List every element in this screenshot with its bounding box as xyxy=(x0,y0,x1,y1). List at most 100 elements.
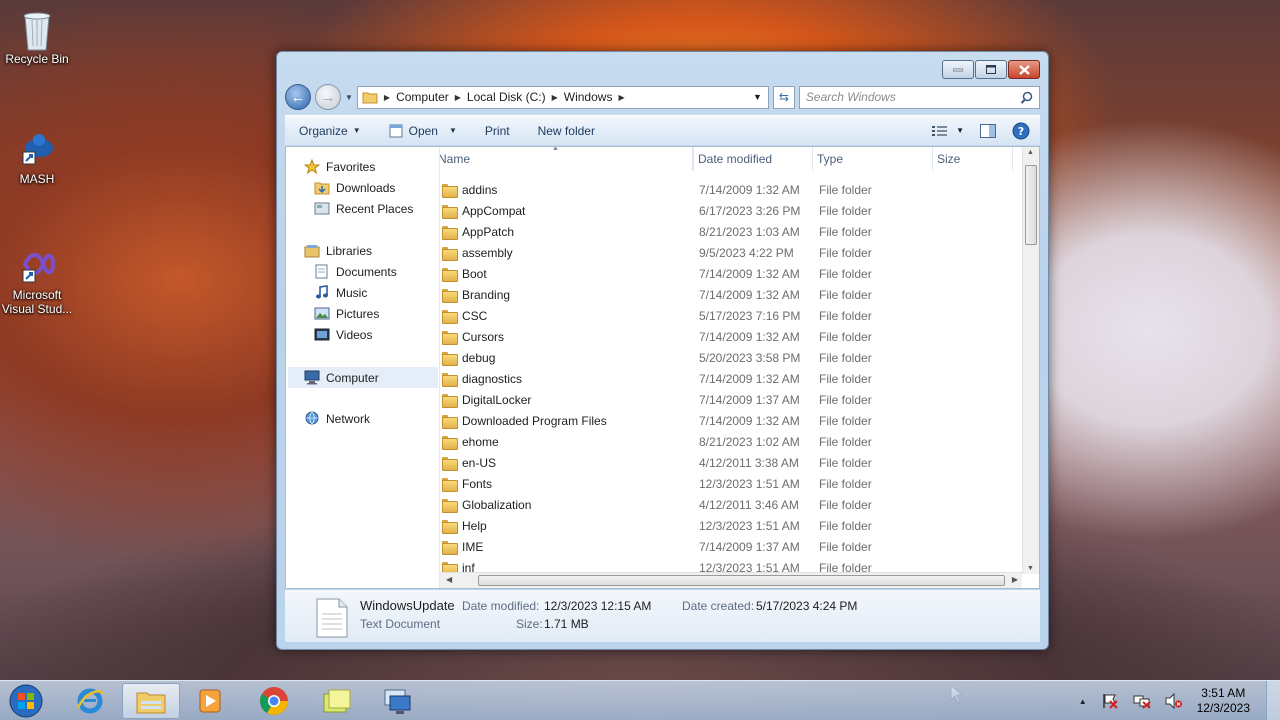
start-button[interactable] xyxy=(6,683,46,719)
taskbar-windows-explorer[interactable] xyxy=(122,683,180,719)
file-row[interactable]: Globalization 4/12/2011 3:46 AM File folde… xyxy=(440,494,1024,515)
column-header-size[interactable]: Size xyxy=(933,147,1013,171)
new-folder-button[interactable]: New folder xyxy=(524,124,609,138)
nav-downloads[interactable]: Downloads xyxy=(314,180,395,195)
horizontal-scroll-thumb[interactable] xyxy=(478,575,1005,586)
file-name: DigitalLocker xyxy=(462,392,532,407)
file-row[interactable]: diagnostics 7/14/2009 1:32 AM File folder xyxy=(440,368,1024,389)
print-button[interactable]: Print xyxy=(471,124,524,138)
file-row[interactable]: Cursors 7/14/2009 1:32 AM File folder xyxy=(440,326,1024,347)
recycle-bin-icon xyxy=(17,8,57,51)
file-row[interactable]: Boot 7/14/2009 1:32 AM File folder xyxy=(440,263,1024,284)
breadcrumb-local-disk[interactable]: Local Disk (C:) xyxy=(467,90,546,104)
nav-libraries[interactable]: Libraries xyxy=(304,243,372,258)
taskbar-remote-desktop[interactable] xyxy=(368,683,426,719)
volume-muted-icon[interactable] xyxy=(1165,693,1183,709)
desktop-icon-visual-studio[interactable]: Microsoft Visual Stud... xyxy=(0,244,74,316)
breadcrumb-computer[interactable]: Computer xyxy=(396,90,449,104)
details-view-icon xyxy=(932,125,948,136)
file-name: Branding xyxy=(462,287,511,302)
refresh-button[interactable]: ⇆ xyxy=(772,85,795,109)
vertical-scrollbar[interactable]: ▲ ▼ xyxy=(1022,147,1039,574)
scroll-down-icon[interactable]: ▼ xyxy=(1027,565,1034,572)
breadcrumb-separator-icon[interactable]: ▶ xyxy=(618,93,624,102)
nav-computer[interactable]: Computer xyxy=(288,367,438,388)
organize-label: Organize xyxy=(299,123,348,138)
nav-videos[interactable]: Videos xyxy=(314,327,372,342)
address-bar[interactable]: ▶ Computer ▶ Local Disk (C:) ▶ Windows ▶… xyxy=(356,85,769,109)
file-row[interactable]: Branding 7/14/2009 1:32 AM File folder xyxy=(440,284,1024,305)
breadcrumb-separator-icon[interactable]: ▶ xyxy=(455,93,461,102)
show-desktop-button[interactable] xyxy=(1266,681,1280,720)
nav-recent-places[interactable]: Recent Places xyxy=(314,201,413,216)
column-header-name[interactable]: Name ▲ xyxy=(440,147,693,171)
show-hidden-icons-icon[interactable]: ▲ xyxy=(1079,697,1087,706)
scroll-left-icon[interactable]: ◀ xyxy=(446,575,452,584)
file-type: File folder xyxy=(819,266,872,281)
breadcrumb-separator-icon[interactable]: ▶ xyxy=(552,93,558,102)
file-name: IME xyxy=(462,539,484,554)
nav-documents[interactable]: Documents xyxy=(314,264,397,279)
change-view-button[interactable]: ▼ xyxy=(932,125,964,137)
network-status-icon[interactable] xyxy=(1133,693,1151,709)
file-row[interactable]: AppPatch 8/21/2023 1:03 AM File folder xyxy=(440,221,1024,242)
file-row[interactable]: ehome 8/21/2023 1:02 AM File folder xyxy=(440,431,1024,452)
file-name: Downloaded Program Files xyxy=(462,413,607,428)
file-row[interactable]: CSC 5/17/2023 7:16 PM File folder xyxy=(440,305,1024,326)
desktop-icon-recycle-bin[interactable]: Recycle Bin xyxy=(0,8,74,66)
documents-icon xyxy=(315,264,328,279)
file-date: 7/14/2009 1:32 AM xyxy=(699,266,800,281)
minimize-button[interactable] xyxy=(942,60,974,79)
file-row[interactable]: IME 7/14/2009 1:37 AM File folder xyxy=(440,536,1024,557)
file-row[interactable]: Fonts 12/3/2023 1:51 AM File folder xyxy=(440,473,1024,494)
file-row[interactable]: assembly 9/5/2023 4:22 PM File folder xyxy=(440,242,1024,263)
organize-button[interactable]: Organize ▼ xyxy=(285,124,375,138)
file-date: 7/14/2009 1:37 AM xyxy=(699,539,800,554)
nav-pictures[interactable]: Pictures xyxy=(314,306,379,321)
taskbar-internet-explorer[interactable] xyxy=(61,683,119,719)
taskbar-sticky-notes[interactable] xyxy=(308,683,366,719)
file-row[interactable]: debug 5/20/2023 3:58 PM File folder xyxy=(440,347,1024,368)
internet-explorer-icon xyxy=(76,688,104,714)
breadcrumb-windows[interactable]: Windows xyxy=(564,90,613,104)
search-input[interactable]: Search Windows xyxy=(798,85,1040,109)
back-button[interactable]: ← xyxy=(285,84,311,110)
file-name-cell: diagnostics xyxy=(440,372,522,387)
file-row[interactable]: Help 12/3/2023 1:51 AM File folder xyxy=(440,515,1024,536)
column-header-date-modified[interactable]: Date modified xyxy=(693,147,813,171)
taskbar-clock[interactable]: 3:51 AM 12/3/2023 xyxy=(1197,686,1250,716)
clock-time: 3:51 AM xyxy=(1201,686,1246,700)
taskbar-media-player[interactable] xyxy=(181,683,239,719)
recent-pages-dropdown[interactable]: ▼ xyxy=(345,93,353,102)
file-row[interactable]: Downloaded Program Files 7/14/2009 1:32 A… xyxy=(440,410,1024,431)
column-header-type[interactable]: Type xyxy=(813,147,933,171)
preview-pane-icon[interactable] xyxy=(980,123,996,138)
scroll-right-icon[interactable]: ▶ xyxy=(1012,575,1018,584)
vertical-scroll-thumb[interactable] xyxy=(1025,165,1037,245)
forward-button[interactable]: → xyxy=(315,84,341,110)
horizontal-scrollbar[interactable]: ◀ ▶ xyxy=(440,572,1022,588)
close-button[interactable] xyxy=(1008,60,1040,79)
file-row[interactable]: en-US 4/12/2011 3:38 AM File folder xyxy=(440,452,1024,473)
scroll-up-icon[interactable]: ▲ xyxy=(1027,149,1034,156)
maximize-button[interactable] xyxy=(975,60,1007,79)
nav-network[interactable]: Network xyxy=(304,411,370,426)
nav-favorites[interactable]: Favorites xyxy=(304,159,375,174)
downloads-folder-icon xyxy=(314,182,330,195)
file-name-cell: DigitalLocker xyxy=(440,392,532,408)
action-center-flag-icon[interactable] xyxy=(1101,693,1119,709)
file-row[interactable]: DigitalLocker 7/14/2009 1:37 AM File folde… xyxy=(440,389,1024,410)
file-date: 7/14/2009 1:32 AM xyxy=(699,287,800,302)
help-icon[interactable]: ? xyxy=(1012,122,1030,140)
desktop-icon-mash[interactable]: MASH xyxy=(0,128,74,186)
file-type: File folder xyxy=(819,350,872,365)
search-icon[interactable] xyxy=(1020,91,1033,104)
details-created-value: 5/17/2023 4:24 PM xyxy=(756,599,858,613)
file-row[interactable]: AppCompat 6/17/2023 3:26 PM File folder xyxy=(440,200,1024,221)
taskbar-chrome[interactable] xyxy=(245,683,303,719)
open-button[interactable]: Open ▼ xyxy=(375,124,471,138)
file-type: File folder xyxy=(819,539,872,554)
nav-music[interactable]: Music xyxy=(314,285,367,300)
address-history-dropdown-icon[interactable]: ▼ xyxy=(753,92,762,102)
file-row[interactable]: addins 7/14/2009 1:32 AM File folder xyxy=(440,179,1024,200)
